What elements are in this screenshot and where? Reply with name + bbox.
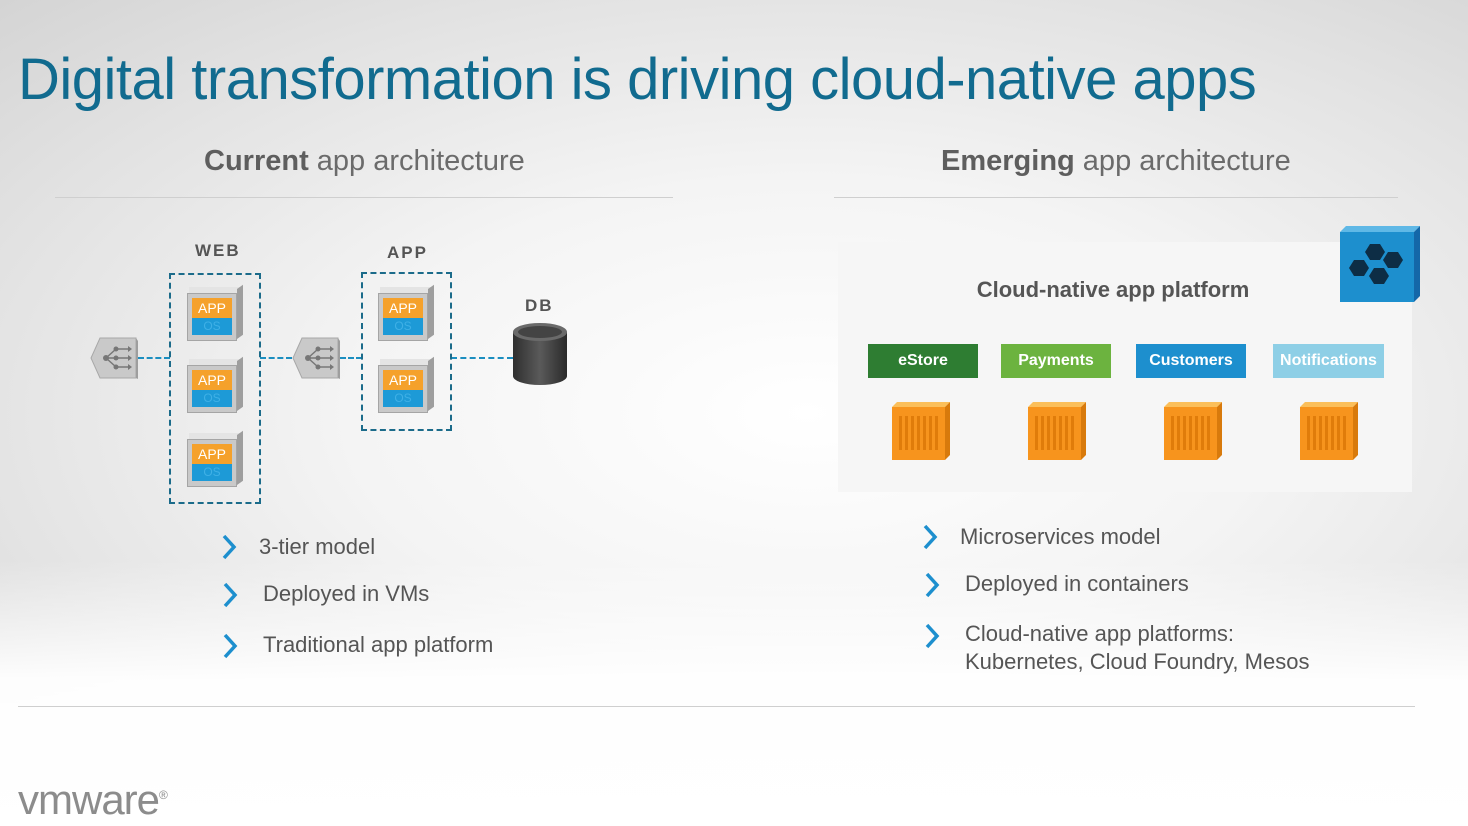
emerging-architecture-heading: Emerging app architecture [941, 145, 1291, 178]
service-label-payments: Payments [1001, 344, 1111, 378]
page-title: Digital transformation is driving cloud-… [18, 47, 1257, 112]
vmware-logo: vmware® [18, 776, 168, 824]
heading-rest-emerging: app architecture [1074, 145, 1291, 177]
connector-web-lb2 [260, 357, 292, 359]
heading-bold-current: Current [204, 145, 309, 177]
load-balancer-icon [90, 337, 138, 379]
vm-app-layer: APP [192, 298, 232, 318]
vm-icon: APP OS [187, 284, 243, 343]
service-label-notifications: Notifications [1273, 344, 1384, 378]
vm-icon: APP OS [378, 356, 434, 415]
logo-registered-mark: ® [159, 788, 168, 802]
chevron-right-icon [925, 623, 940, 649]
current-architecture-heading: Current app architecture [204, 145, 525, 178]
heading-bold-emerging: Emerging [941, 145, 1075, 177]
platform-title: Cloud-native app platform [976, 277, 1250, 302]
hexagon-cube-icon [1340, 226, 1420, 302]
chevron-right-icon [223, 633, 238, 659]
chevron-right-icon [223, 582, 238, 608]
database-icon [513, 323, 567, 385]
chevron-right-icon [925, 572, 940, 598]
left-bullet-3: Traditional app platform [263, 632, 494, 657]
load-balancer-icon [292, 337, 340, 379]
right-bullet-3-line-2: Kubernetes, Cloud Foundry, Mesos [965, 649, 1310, 674]
right-bullet-3: Cloud-native app platforms: Kubernetes, … [965, 620, 1309, 676]
right-heading-rule [834, 197, 1398, 198]
container-icon [1164, 402, 1222, 460]
web-tier-label: WEB [195, 241, 241, 260]
vm-icon: APP OS [378, 284, 434, 343]
vm-app-layer: APP [192, 370, 232, 390]
container-icon [892, 402, 950, 460]
container-icon [1028, 402, 1086, 460]
vm-os-layer: OS [383, 390, 423, 407]
vm-os-layer: OS [192, 318, 232, 335]
right-bullet-1: Microservices model [960, 524, 1161, 549]
left-bullet-1: 3-tier model [259, 534, 376, 559]
vm-app-layer: APP [383, 298, 423, 318]
right-bullet-2: Deployed in containers [965, 571, 1189, 596]
left-bullet-2: Deployed in VMs [263, 581, 430, 606]
vm-app-layer: APP [383, 370, 423, 390]
vm-os-layer: OS [192, 464, 232, 481]
logo-text: vmware [18, 776, 160, 823]
chevron-right-icon [222, 534, 237, 560]
container-icon [1300, 402, 1358, 460]
vm-icon: APP OS [187, 430, 243, 489]
left-heading-rule [55, 197, 673, 198]
vm-app-layer: APP [192, 444, 232, 464]
vm-os-layer: OS [383, 318, 423, 335]
footer-rule [18, 706, 1415, 707]
db-tier-label: DB [525, 296, 554, 315]
right-bullet-3-line-1: Cloud-native app platforms: [965, 621, 1235, 646]
chevron-right-icon [923, 524, 938, 550]
vm-icon: APP OS [187, 356, 243, 415]
service-label-estore: eStore [868, 344, 978, 378]
connector-lb1-web [138, 357, 170, 359]
connector-lb2-app [340, 357, 362, 359]
heading-rest-current: app architecture [308, 145, 525, 177]
app-tier-label: APP [387, 243, 428, 262]
vm-os-layer: OS [192, 390, 232, 407]
service-label-customers: Customers [1136, 344, 1246, 378]
connector-app-db [451, 357, 513, 359]
